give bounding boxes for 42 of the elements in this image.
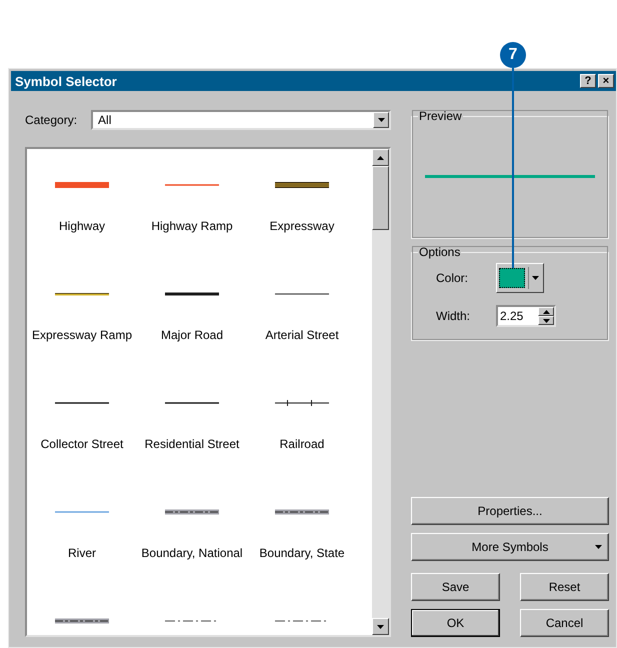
symbol-label: Residential Street: [144, 437, 240, 451]
symbol-label: Expressway Ramp: [30, 328, 134, 342]
symbol-label: Major Road: [160, 328, 224, 342]
scroll-thumb[interactable]: [372, 166, 389, 230]
symbol-label: Boundary, State: [258, 546, 346, 560]
cancel-button[interactable]: Cancel: [520, 609, 609, 637]
line-symbol[interactable]: [55, 290, 109, 298]
symbol-label: River: [66, 546, 97, 560]
options-label: Options: [418, 245, 462, 259]
help-button[interactable]: ?: [580, 74, 596, 88]
symbol-label: Railroad: [278, 437, 326, 451]
category-label: Category:: [25, 113, 78, 127]
down-arrow-icon: [378, 118, 384, 122]
preview-label: Preview: [418, 109, 463, 123]
symbol-label: Expressway: [268, 219, 336, 233]
symbol-label: Arterial Street: [264, 328, 340, 342]
scrollbar[interactable]: [372, 149, 389, 635]
symbol-label: Highway Ramp: [150, 219, 234, 233]
close-button[interactable]: ×: [598, 74, 614, 88]
line-symbol[interactable]: [275, 508, 329, 516]
down-arrow-icon: [377, 624, 384, 628]
color-label: Color:: [436, 271, 470, 285]
line-symbol[interactable]: [165, 508, 219, 516]
line-symbol[interactable]: [275, 399, 329, 407]
color-picker-button[interactable]: [496, 263, 544, 293]
down-arrow-icon: [532, 276, 538, 280]
properties-button[interactable]: Properties...: [411, 497, 609, 525]
reset-button[interactable]: Reset: [520, 573, 609, 601]
window-title: Symbol Selector: [15, 74, 118, 88]
down-arrow-icon: [595, 545, 602, 549]
symbol-label: Boundary, National: [140, 546, 244, 560]
symbol-label: Highway: [58, 219, 106, 233]
more-symbols-button[interactable]: More Symbols: [411, 533, 609, 561]
symbol-label: Collector Street: [40, 437, 124, 451]
width-label: Width:: [436, 309, 472, 323]
up-arrow-icon: [377, 156, 384, 160]
save-button[interactable]: Save: [411, 573, 500, 601]
line-symbol[interactable]: [55, 617, 109, 625]
category-dropdown[interactable]: All: [91, 110, 391, 130]
line-symbol[interactable]: [165, 290, 219, 298]
ok-button[interactable]: OK: [411, 609, 500, 637]
step-number-badge: 7: [500, 42, 526, 68]
